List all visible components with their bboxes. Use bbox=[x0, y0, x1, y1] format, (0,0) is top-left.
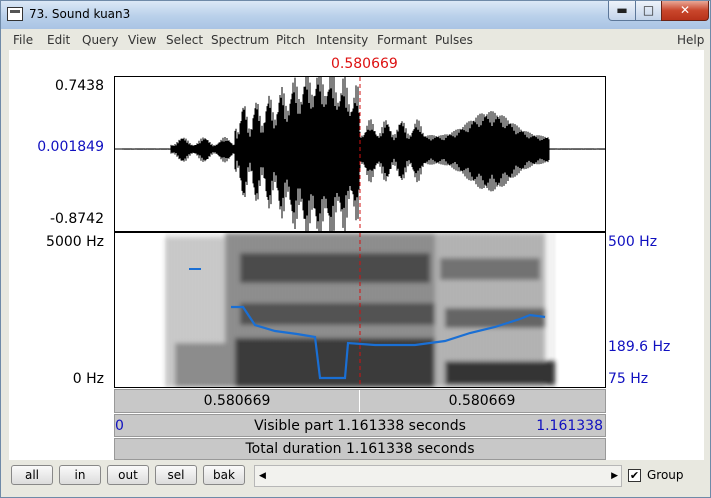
zoom-out-button[interactable]: out bbox=[107, 465, 149, 485]
maximize-button[interactable]: □ bbox=[635, 1, 662, 21]
menu-spectrum[interactable]: Spectrum bbox=[211, 33, 269, 47]
menu-file[interactable]: File bbox=[13, 33, 33, 47]
window-title: 73. Sound kuan3 bbox=[29, 7, 131, 21]
group-checkbox[interactable]: ✔ bbox=[628, 469, 641, 482]
menu-formant[interactable]: Formant bbox=[377, 33, 427, 47]
praat-sound-window: 73. Sound kuan3 ▬ □ ✕ File Edit Query Vi… bbox=[0, 0, 711, 498]
menu-intensity[interactable]: Intensity bbox=[316, 33, 368, 47]
menu-pitch[interactable]: Pitch bbox=[276, 33, 305, 47]
menu-pulses[interactable]: Pulses bbox=[435, 33, 473, 47]
group-label: Group bbox=[647, 468, 684, 482]
menu-bar: File Edit Query View Select Spectrum Pit… bbox=[9, 30, 704, 50]
scroll-right-arrow-icon[interactable]: ▶ bbox=[611, 471, 618, 481]
visible-part-bar[interactable]: 0 Visible part 1.161338 seconds 1.161338 bbox=[114, 414, 606, 437]
zoom-all-button[interactable]: all bbox=[11, 465, 53, 485]
spectrogram-bottom-freq-label: 0 Hz bbox=[72, 371, 104, 387]
spectrogram-top-freq-label: 5000 Hz bbox=[46, 234, 104, 250]
app-icon bbox=[7, 7, 23, 21]
pitch-top-label: 500 Hz bbox=[608, 234, 658, 250]
horizontal-scrollbar[interactable]: ◀ ▶ bbox=[254, 465, 622, 487]
waveform-mid-label: 0.001849 bbox=[37, 139, 104, 155]
visible-part-label: Visible part 1.161338 seconds bbox=[254, 418, 466, 434]
menu-help[interactable]: Help bbox=[677, 33, 704, 47]
selection-time-bar[interactable]: 0.580669 0.580669 bbox=[114, 389, 606, 413]
menu-query[interactable]: Query bbox=[82, 33, 118, 47]
minimize-button[interactable]: ▬ bbox=[608, 1, 636, 21]
waveform-max-label: 0.7438 bbox=[55, 78, 104, 94]
visible-end-label: 1.161338 bbox=[536, 418, 603, 434]
zoom-back-button[interactable]: bak bbox=[203, 465, 245, 485]
bottom-toolbar: all in out sel bak ◀ ▶ ✔ Group bbox=[9, 463, 704, 489]
title-bar: 73. Sound kuan3 ▬ □ ✕ bbox=[1, 1, 710, 29]
pitch-bottom-label: 75 Hz bbox=[608, 371, 649, 387]
waveform-panel[interactable] bbox=[114, 76, 606, 232]
close-button[interactable]: ✕ bbox=[661, 1, 709, 21]
waveform-plot bbox=[115, 77, 605, 231]
total-duration-bar[interactable]: Total duration 1.161338 seconds bbox=[114, 438, 606, 460]
waveform-min-label: -0.8742 bbox=[49, 211, 104, 227]
left-time-cell[interactable]: 0.580669 bbox=[115, 390, 360, 412]
menu-select[interactable]: Select bbox=[166, 33, 203, 47]
zoom-selection-button[interactable]: sel bbox=[155, 465, 197, 485]
right-time-cell[interactable]: 0.580669 bbox=[360, 390, 604, 412]
total-duration-label: Total duration 1.161338 seconds bbox=[245, 441, 475, 457]
visible-start-label: 0 bbox=[115, 418, 124, 434]
scroll-left-arrow-icon[interactable]: ◀ bbox=[259, 471, 266, 481]
sound-editor-area[interactable]: 0.580669 0.7438 0.001849 -0.8742 5000 Hz… bbox=[9, 50, 704, 460]
zoom-in-button[interactable]: in bbox=[59, 465, 101, 485]
menu-edit[interactable]: Edit bbox=[47, 33, 70, 47]
spectrogram-plot bbox=[165, 233, 555, 387]
pitch-mid-label: 189.6 Hz bbox=[608, 339, 671, 355]
menu-view[interactable]: View bbox=[128, 33, 156, 47]
spectrogram-panel[interactable] bbox=[114, 232, 606, 388]
cursor-time-label: 0.580669 bbox=[331, 56, 398, 72]
